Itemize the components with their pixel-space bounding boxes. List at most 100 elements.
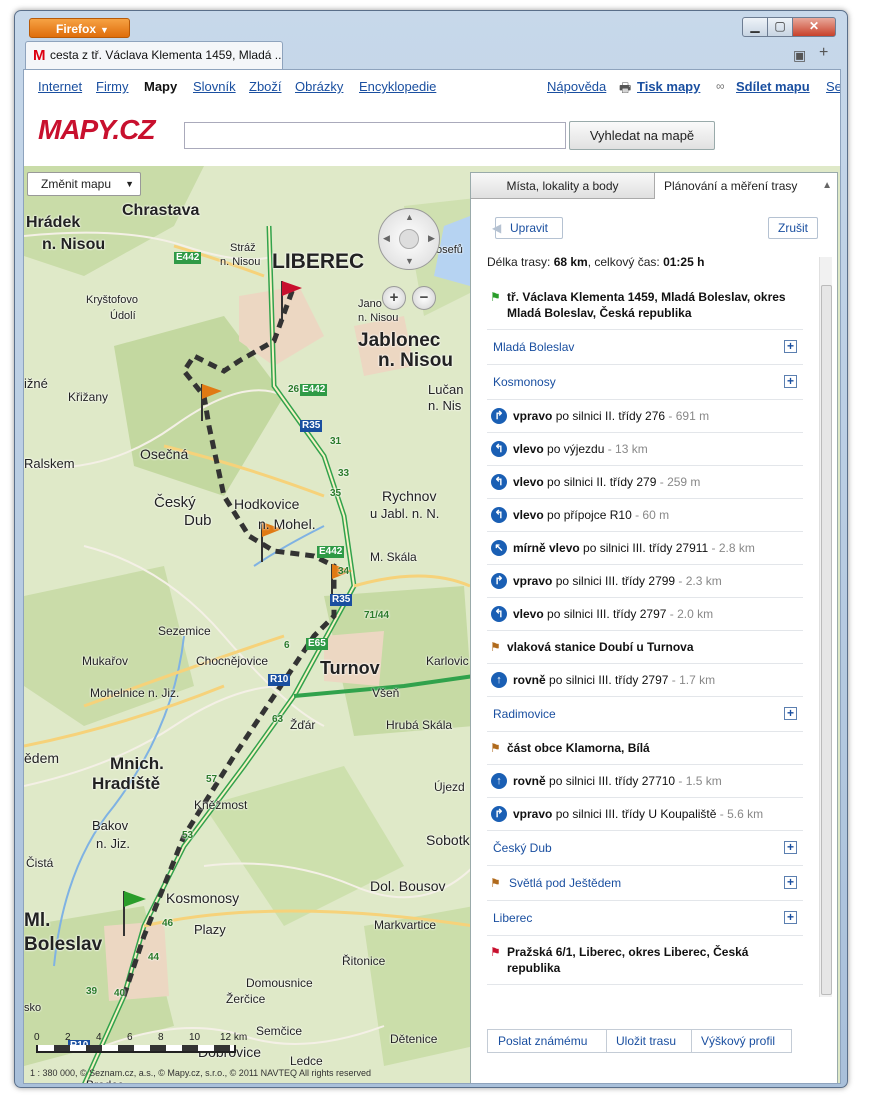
scrollbar-thumb[interactable] (821, 285, 832, 995)
route-step[interactable]: ↱ vpravo po silnici III. třídy U Koupališ… (487, 798, 803, 831)
route-step[interactable]: ↱ vpravo po silnici III. třídy 2799 - 2.3… (487, 565, 803, 598)
step-text: vlevo po přípojce R10 - 60 m (487, 499, 803, 531)
panel-scrollbar[interactable] (819, 257, 832, 997)
step-distance: - 13 km (604, 442, 648, 456)
tab-route-planning-label: Plánování a měření trasy (664, 179, 798, 193)
step-distance: - 60 m (631, 508, 670, 522)
firefox-menu-button[interactable]: Firefox ▼ (29, 18, 130, 38)
map-place-label: LIBEREC (272, 250, 365, 273)
pan-right-icon[interactable]: ▶ (428, 233, 435, 244)
expand-plus-icon[interactable]: + (784, 340, 797, 353)
map-place-label: n. Mohel. (258, 516, 316, 532)
nav-encyklopedie[interactable]: Encyklopedie (359, 79, 436, 94)
expand-plus-icon[interactable]: + (784, 375, 797, 388)
route-waypoint[interactable]: ⚑ Pražská 6/1, Liberec, okres Liberec, Če… (487, 936, 803, 985)
route-place[interactable]: ⚑ + Světlá pod Ještědem (487, 866, 803, 901)
dropdown-arrow-icon: ▼ (100, 25, 109, 35)
tab-route-planning[interactable]: Plánování a měření trasy ▲ (656, 173, 838, 199)
expand-plus-icon[interactable]: + (784, 707, 797, 720)
expand-plus-icon[interactable]: + (784, 911, 797, 924)
pan-left-icon[interactable]: ◀ (383, 233, 390, 244)
turn-up-icon: ↑ (491, 773, 507, 789)
scale-tick-label: 8 (158, 1032, 164, 1043)
map-place-label: Boleslav (24, 934, 103, 955)
expand-plus-icon[interactable]: + (784, 876, 797, 889)
page-content: Internet Firmy Mapy Slovník Zboží Obrázk… (23, 69, 841, 1084)
route-waypoint[interactable]: ⚑ část obce Klamorna, Bílá (487, 732, 803, 765)
map-place-label: Údolí (110, 310, 136, 322)
help-link[interactable]: Nápověda (547, 79, 606, 94)
step-road: po silnici III. třídy 2797 (543, 607, 667, 621)
turn-sleft-icon: ↖ (491, 540, 507, 556)
route-place[interactable]: + Liberec (487, 901, 803, 936)
elevation-profile-button[interactable]: Výškový profil (691, 1030, 775, 1052)
step-road: po silnici III. třídy 27710 (545, 774, 676, 788)
step-text: vlevo po silnici II. třídy 279 - 259 m (487, 466, 803, 498)
route-panel: Místa, lokality a body Plánování a měřen… (470, 172, 838, 1083)
print-map-link[interactable]: Tisk mapy (637, 79, 700, 94)
close-window-button[interactable]: ✕ (792, 17, 836, 37)
pan-up-icon[interactable]: ▲ (405, 212, 414, 222)
step-road: po silnici II. třídy 276 (552, 409, 666, 423)
nav-firmy[interactable]: Firmy (96, 79, 129, 94)
zoom-out-button[interactable]: − (412, 286, 436, 310)
map-area[interactable]: Chrastava Hrádek n. Nisou Stráž n. Nisou LIBE… (24, 166, 840, 1083)
step-direction: rovně (513, 774, 546, 788)
send-to-friend-button[interactable]: Poslat známému (498, 1030, 587, 1052)
collapse-icon[interactable]: ▲ (822, 173, 832, 199)
nav-internet[interactable]: Internet (38, 79, 82, 94)
map-place-label: Kryštofovo (86, 294, 138, 306)
maximize-button[interactable]: ▢ (767, 17, 793, 37)
search-input[interactable] (184, 122, 566, 149)
road-number-badge: 63 (272, 714, 284, 725)
expand-plus-icon[interactable]: + (784, 841, 797, 854)
road-number-badge: R35 (330, 594, 353, 606)
pan-down-icon[interactable]: ▼ (405, 256, 414, 266)
top-navigation: Internet Firmy Mapy Slovník Zboží Obrázk… (24, 70, 840, 100)
mapy-logo[interactable]: MAPY.CZ (38, 114, 155, 146)
nav-zbozi[interactable]: Zboží (249, 79, 282, 94)
route-step[interactable]: ↰ vlevo po silnici II. třídy 279 - 259 m (487, 466, 803, 499)
waypoint-flag-icon: ⚑ (490, 640, 501, 654)
new-tab-icon[interactable]: + (819, 44, 828, 62)
nav-se[interactable]: Se (826, 79, 840, 94)
save-route-button[interactable]: Uložit trasu (606, 1030, 676, 1052)
route-step[interactable]: ↑ rovně po silnici III. třídy 2797 - 1.7 … (487, 664, 803, 697)
edit-route-button[interactable]: ◀ Upravit (492, 217, 563, 239)
change-map-button[interactable]: Změnit mapu ▼ (27, 172, 141, 196)
pan-control[interactable]: ▲ ▼ ◀ ▶ (378, 208, 440, 270)
tab-groups-icon[interactable]: ▣ (793, 47, 806, 64)
share-map-link[interactable]: Sdílet mapu (736, 79, 810, 94)
nav-mapy[interactable]: Mapy (144, 79, 177, 94)
dropdown-arrow-icon: ▼ (125, 179, 134, 189)
tab-places[interactable]: Místa, lokality a body (471, 173, 655, 199)
map-place-label: n. Nisou (42, 236, 106, 253)
route-step[interactable]: ↱ vpravo po silnici II. třídy 276 - 691 m (487, 400, 803, 433)
browser-tab[interactable]: Mcesta z tř. Václava Klementa 1459, Mlad… (25, 41, 283, 69)
nav-obrazky[interactable]: Obrázky (295, 79, 343, 94)
road-number-badge: 6 (284, 640, 290, 651)
route-step[interactable]: ↖ mírně vlevo po silnici III. třídy 27911… (487, 532, 803, 565)
route-waypoint[interactable]: ⚑ tř. Václava Klementa 1459, Mladá Bolesl… (487, 281, 803, 330)
route-place[interactable]: + Český Dub (487, 831, 803, 866)
map-place-label: Mukařov (82, 654, 129, 668)
place-name: Světlá pod Ještědem (509, 876, 622, 890)
step-distance: - 691 m (665, 409, 710, 423)
waypoint-flag-icon: ⚑ (490, 741, 501, 755)
zoom-in-button[interactable]: + (382, 286, 406, 310)
route-step[interactable]: ↰ vlevo po silnici III. třídy 2797 - 2.0 … (487, 598, 803, 631)
minimize-button[interactable]: ▁ (742, 17, 768, 37)
route-step[interactable]: ↰ vlevo po přípojce R10 - 60 m (487, 499, 803, 532)
route-place[interactable]: + Kosmonosy (487, 365, 803, 400)
route-place[interactable]: + Radimovice (487, 697, 803, 732)
waypoint-name: část obce Klamorna, Bílá (507, 741, 650, 755)
cancel-route-button[interactable]: Zrušit (768, 217, 818, 239)
route-step[interactable]: ↰ vlevo po výjezdu - 13 km (487, 433, 803, 466)
search-button[interactable]: Vyhledat na mapě (569, 121, 715, 150)
nav-slovnik[interactable]: Slovník (193, 79, 236, 94)
route-waypoint[interactable]: ⚑ vlaková stanice Doubí u Turnova (487, 631, 803, 664)
route-place[interactable]: + Mladá Boleslav (487, 330, 803, 365)
step-distance: - 1.5 km (675, 774, 722, 788)
route-step[interactable]: ↑ rovně po silnici III. třídy 27710 - 1.5… (487, 765, 803, 798)
road-number-badge: 34 (338, 566, 350, 577)
